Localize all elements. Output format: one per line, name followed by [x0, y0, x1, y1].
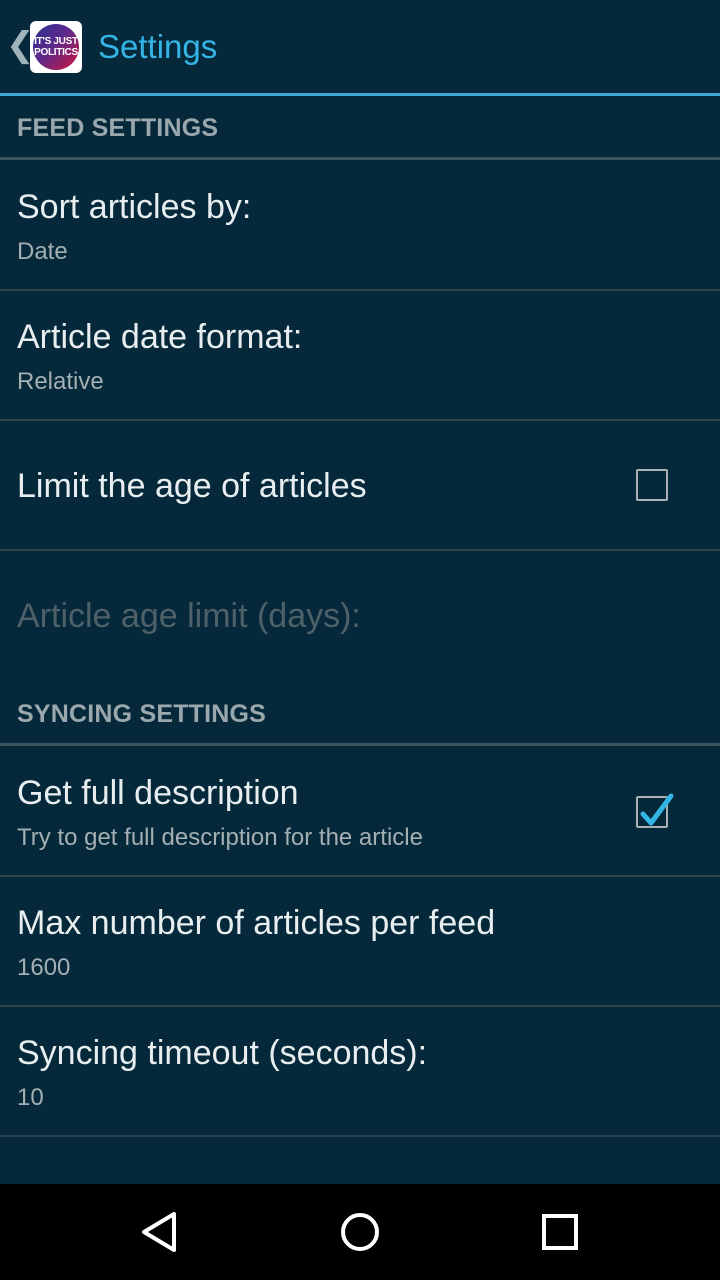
chevron-left-icon: ❮	[6, 25, 35, 65]
settings-screen: ❮ IT'S JUST POLITICS Settings FEED SETTI…	[0, 0, 720, 1280]
navigation-bar	[0, 1184, 720, 1280]
pref-summary: Relative	[17, 368, 104, 395]
category-label: SYNCING SETTINGS	[17, 700, 267, 728]
page-title: Settings	[98, 28, 218, 65]
pref-title: Sort articles by:	[17, 188, 252, 226]
pref-syncing-timeout[interactable]: Syncing timeout (seconds): 10	[0, 1007, 720, 1137]
full-description-checkbox[interactable]	[636, 793, 674, 828]
action-bar: ❮ IT'S JUST POLITICS Settings	[0, 0, 720, 94]
pref-summary: 1600	[17, 954, 71, 981]
category-feed-settings: FEED SETTINGS	[0, 96, 720, 160]
category-label: FEED SETTINGS	[17, 114, 219, 142]
pref-divider	[0, 1135, 720, 1137]
category-divider	[0, 743, 720, 746]
pref-summary: Try to get full description for the arti…	[17, 824, 423, 851]
category-syncing-settings: SYNCING SETTINGS	[0, 682, 720, 746]
logo-disc: IT'S JUST POLITICS	[33, 24, 79, 70]
pref-summary: 10	[17, 1084, 44, 1111]
pref-title: Article age limit (days):	[17, 597, 361, 635]
pref-title: Article date format:	[17, 318, 303, 356]
category-divider	[0, 157, 720, 160]
check-icon	[640, 793, 674, 826]
logo-text-line1: IT'S JUST	[34, 36, 78, 47]
back-icon[interactable]	[136, 1208, 184, 1256]
pref-title: Syncing timeout (seconds):	[17, 1034, 428, 1072]
up-button[interactable]: ❮ IT'S JUST POLITICS	[0, 0, 82, 94]
limit-age-checkbox[interactable]	[636, 469, 668, 501]
logo-text-line2: POLITICS	[34, 47, 78, 58]
pref-max-articles-per-feed[interactable]: Max number of articles per feed 1600	[0, 877, 720, 1007]
pref-get-full-description[interactable]: Get full description Try to get full des…	[0, 747, 720, 877]
home-icon[interactable]	[336, 1208, 384, 1256]
pref-title: Get full description	[17, 774, 299, 812]
pref-limit-article-age[interactable]: Limit the age of articles	[0, 421, 720, 551]
recents-icon[interactable]	[536, 1208, 584, 1256]
pref-sort-articles[interactable]: Sort articles by: Date	[0, 161, 720, 291]
pref-summary: Date	[17, 238, 68, 265]
pref-title: Limit the age of articles	[17, 467, 367, 505]
pref-title: Max number of articles per feed	[17, 904, 496, 942]
pref-article-age-limit: Article age limit (days):	[0, 551, 720, 681]
pref-article-date-format[interactable]: Article date format: Relative	[0, 291, 720, 421]
app-logo: IT'S JUST POLITICS	[30, 21, 82, 73]
